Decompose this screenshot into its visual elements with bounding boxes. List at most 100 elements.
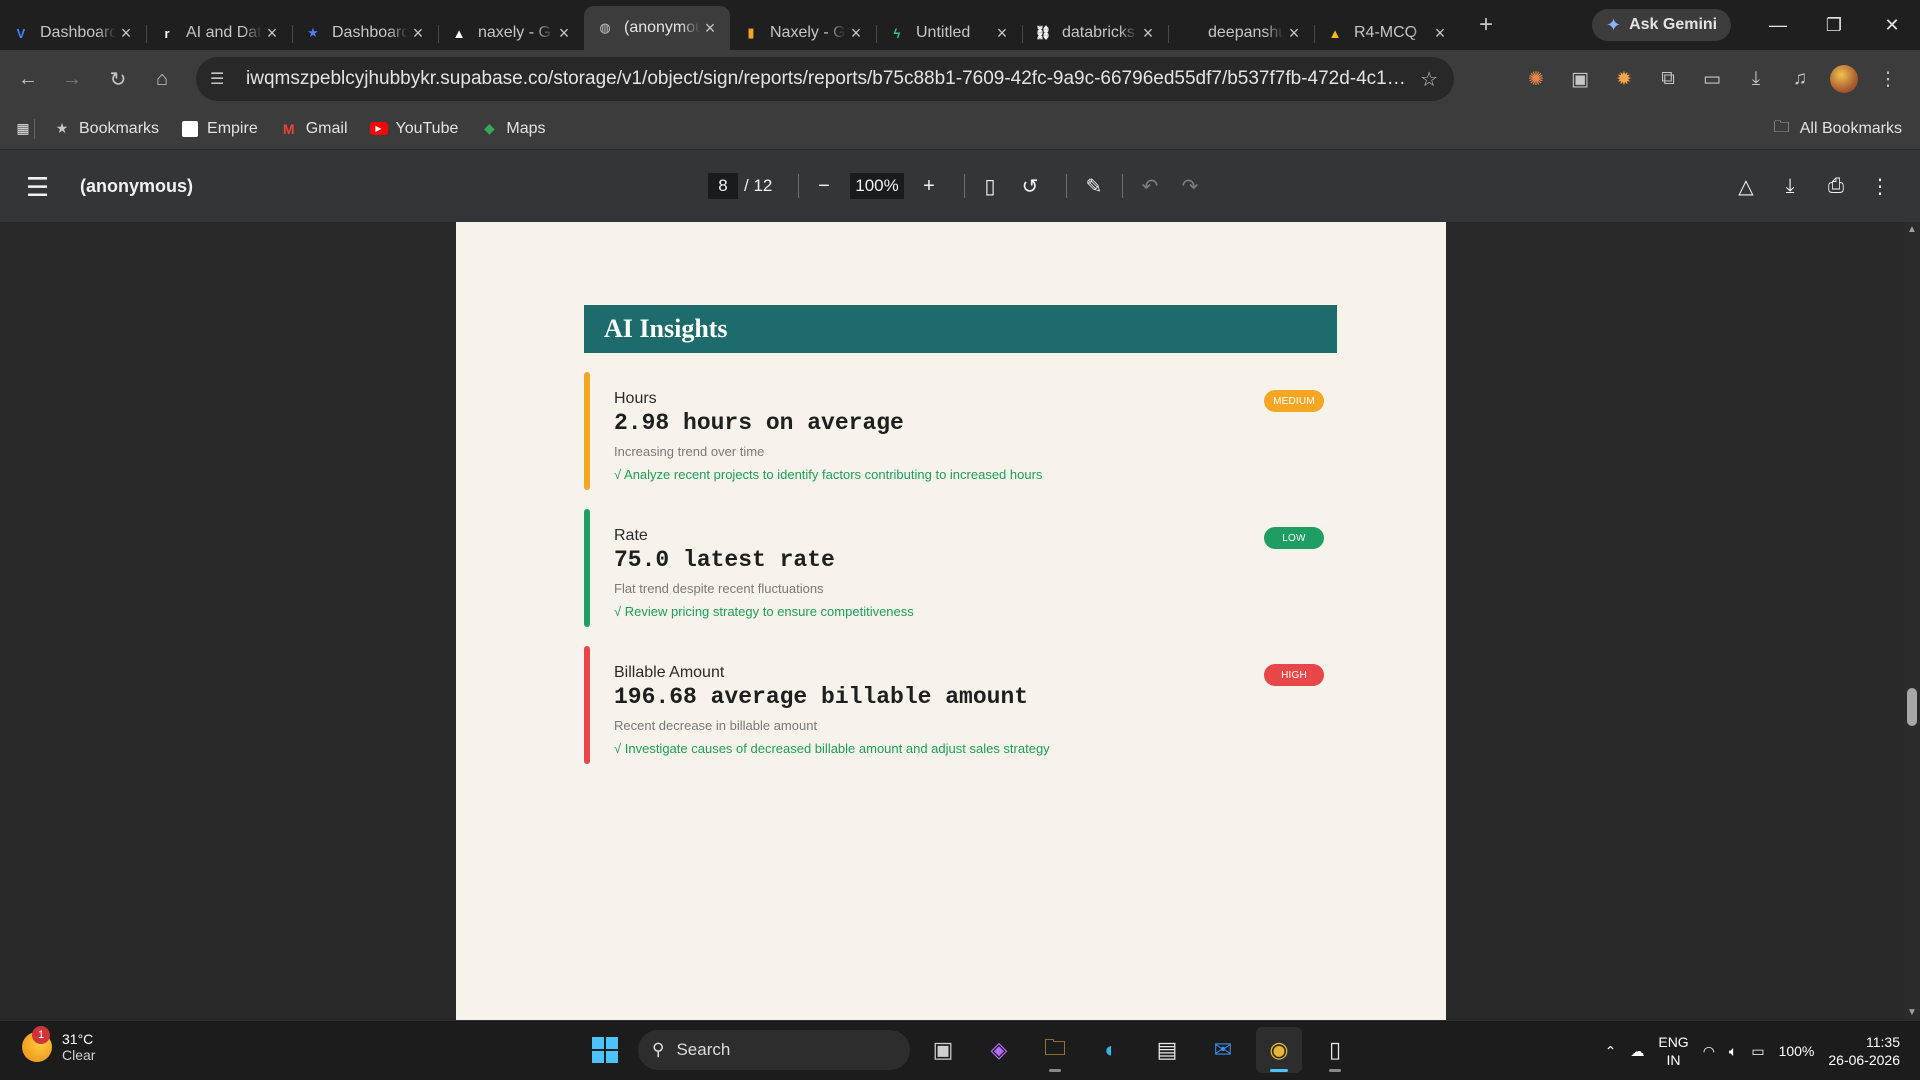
extension-icon[interactable]: ▣ bbox=[1560, 57, 1600, 101]
clock-time: 11:35 bbox=[1866, 1034, 1900, 1050]
vertical-scrollbar[interactable]: ▲ ▼ bbox=[1904, 222, 1920, 1020]
close-tab-icon[interactable]: × bbox=[262, 23, 282, 44]
media-control-icon[interactable]: ♫ bbox=[1780, 57, 1820, 101]
reload-button[interactable]: ↻ bbox=[96, 57, 140, 101]
tab-strip: VDashboard×rAI and Data×★Dashboard×▲naxe… bbox=[0, 0, 1920, 50]
app-window-icon[interactable]: ▯ bbox=[1312, 1027, 1358, 1073]
browser-tab[interactable]: ★ Dashboard × bbox=[292, 16, 438, 50]
scrollbar-thumb[interactable] bbox=[1907, 688, 1917, 726]
close-tab-icon[interactable]: × bbox=[1138, 23, 1158, 44]
browser-tab[interactable]: deepanshu × bbox=[1168, 16, 1314, 50]
close-tab-icon[interactable]: × bbox=[1430, 23, 1450, 44]
bookmark-item[interactable]: M Gmail bbox=[280, 120, 348, 138]
edge-icon[interactable]: ◐ bbox=[1088, 1027, 1134, 1073]
save-to-drive-icon[interactable]: △ bbox=[1730, 170, 1762, 202]
close-tab-icon[interactable]: × bbox=[700, 18, 720, 39]
rotate-icon[interactable]: ↺ bbox=[1014, 170, 1046, 202]
sun-extension-icon[interactable]: ✹ bbox=[1604, 57, 1644, 101]
task-view-icon[interactable]: ▣ bbox=[920, 1027, 966, 1073]
start-button[interactable] bbox=[582, 1027, 628, 1073]
browser-menu-icon[interactable]: ⋮ bbox=[1868, 57, 1908, 101]
store-icon[interactable]: ▤ bbox=[1144, 1027, 1190, 1073]
zoom-out-icon[interactable]: − bbox=[808, 170, 840, 202]
downloads-icon[interactable]: ⤓ bbox=[1736, 57, 1776, 101]
url-text[interactable]: iwqmszpeblcyjhubbykr.supabase.co/storage… bbox=[246, 68, 1408, 90]
bookmark-item[interactable]: ★ Bookmarks bbox=[53, 120, 159, 138]
close-tab-icon[interactable]: × bbox=[116, 23, 136, 44]
pdf-sidebar-menu-icon[interactable]: ☰ bbox=[26, 172, 49, 203]
battery-icon[interactable]: ▭ bbox=[1751, 1043, 1764, 1060]
close-tab-icon[interactable]: × bbox=[554, 23, 574, 44]
close-tab-icon[interactable]: × bbox=[408, 23, 428, 44]
page-number-input[interactable]: 8 bbox=[708, 173, 738, 199]
apps-grid-icon[interactable]: ▦ bbox=[14, 120, 32, 138]
address-bar[interactable]: ☰ iwqmszpeblcyjhubbykr.supabase.co/stora… bbox=[196, 57, 1454, 101]
claude-extension-icon[interactable]: ✺ bbox=[1516, 57, 1556, 101]
tab-title: (anonymous) bbox=[624, 19, 700, 36]
browser-tab[interactable]: ϟ Untitled × bbox=[876, 16, 1022, 50]
maps-icon: ◆ bbox=[483, 120, 495, 136]
new-tab-button[interactable]: + bbox=[1472, 11, 1500, 39]
pdf-divider bbox=[1122, 174, 1123, 198]
browser-tab[interactable]: ◍ (anonymous)× bbox=[584, 6, 730, 50]
bookmark-item[interactable]: ▶ YouTube bbox=[369, 120, 458, 138]
print-icon[interactable]: ⎙ bbox=[1820, 170, 1852, 202]
language-indicator[interactable]: ENG IN bbox=[1658, 1033, 1688, 1069]
bookmark-item[interactable]: Empire bbox=[181, 120, 258, 138]
zoom-input[interactable]: 100% bbox=[850, 173, 904, 199]
browser-tab[interactable]: r AI and Data× bbox=[146, 16, 292, 50]
browser-tab[interactable]: V Dashboard × bbox=[0, 16, 146, 50]
fit-page-icon[interactable]: ▯ bbox=[974, 170, 1006, 202]
home-button[interactable]: ⌂ bbox=[140, 57, 184, 101]
restore-button[interactable]: ❐ bbox=[1806, 0, 1862, 50]
file-explorer-icon[interactable]: 🗀 bbox=[1032, 1027, 1078, 1073]
forward-button[interactable]: → bbox=[50, 57, 94, 101]
pdf-more-icon[interactable]: ⋮ bbox=[1864, 170, 1896, 202]
bookmark-item[interactable]: ◆ Maps bbox=[480, 120, 546, 138]
clock-date: 26-06-2026 bbox=[1828, 1052, 1900, 1068]
windows-logo-icon bbox=[592, 1037, 618, 1063]
browser-tab[interactable]: ▲ R4-MCQ × bbox=[1314, 16, 1460, 50]
volume-icon[interactable]: 🔈︎ bbox=[1729, 1043, 1737, 1060]
taskbar-search[interactable]: ⚲ Search bbox=[638, 1030, 910, 1070]
wifi-icon[interactable]: ◠ bbox=[1703, 1043, 1715, 1060]
search-icon: ⚲ bbox=[652, 1040, 665, 1059]
undo-icon[interactable]: ↶ bbox=[1134, 170, 1166, 202]
bookmark-star-icon[interactable]: ☆ bbox=[1420, 67, 1438, 92]
browser-tab[interactable]: ▲ naxely - G × bbox=[438, 16, 584, 50]
close-tab-icon[interactable]: × bbox=[846, 23, 866, 44]
annotate-pen-icon[interactable]: ✎ bbox=[1078, 170, 1110, 202]
redo-icon[interactable]: ↷ bbox=[1174, 170, 1206, 202]
copilot-icon[interactable]: ◈ bbox=[976, 1027, 1022, 1073]
chrome-icon[interactable]: ◉ bbox=[1256, 1027, 1302, 1073]
zoom-in-icon[interactable]: + bbox=[913, 170, 945, 202]
clock[interactable]: 11:35 26-06-2026 bbox=[1828, 1033, 1900, 1069]
close-tab-icon[interactable]: × bbox=[992, 23, 1012, 44]
outlook-icon[interactable]: ✉ bbox=[1200, 1027, 1246, 1073]
insight-value: 75.0 latest rate bbox=[614, 547, 835, 573]
weather-notification-badge: 1 bbox=[32, 1026, 50, 1044]
site-info-icon[interactable]: ☰ bbox=[210, 69, 230, 89]
close-tab-icon[interactable]: × bbox=[1284, 23, 1304, 44]
ask-gemini-button[interactable]: ✦ Ask Gemini bbox=[1592, 9, 1732, 41]
weather-widget[interactable]: 1 31°C Clear bbox=[22, 1026, 95, 1063]
tab-search-icon[interactable]: ▭ bbox=[1692, 57, 1732, 101]
scroll-up-arrow-icon[interactable]: ▲ bbox=[1907, 224, 1917, 235]
pdf-download-icon[interactable]: ⤓ bbox=[1774, 170, 1806, 202]
profile-avatar[interactable] bbox=[1824, 57, 1864, 101]
running-indicator bbox=[1049, 1069, 1061, 1072]
tray-overflow-chevron-icon[interactable]: ⌃ bbox=[1605, 1043, 1617, 1060]
puzzle-extensions-icon[interactable]: ⧉ bbox=[1648, 57, 1688, 101]
scroll-down-arrow-icon[interactable]: ▼ bbox=[1907, 1007, 1917, 1018]
gemini-spark-icon: ✦ bbox=[1606, 14, 1622, 35]
back-button[interactable]: ← bbox=[6, 57, 50, 101]
onedrive-cloud-icon[interactable]: ☁ bbox=[1630, 1043, 1644, 1060]
tab-title: databricks bbox=[1062, 24, 1135, 41]
bookmark-label: Empire bbox=[207, 119, 258, 137]
close-window-button[interactable]: ✕ bbox=[1864, 0, 1920, 50]
browser-tab[interactable]: ⛓ databricks × bbox=[1022, 16, 1168, 50]
browser-tab[interactable]: ▮ Naxely - G × bbox=[730, 16, 876, 50]
minimize-button[interactable]: — bbox=[1750, 0, 1806, 50]
pdf-viewport[interactable]: AI Insights Hours 2.98 hours on average In… bbox=[0, 222, 1920, 1020]
all-bookmarks-button[interactable]: 🗀 All Bookmarks bbox=[1774, 108, 1902, 150]
